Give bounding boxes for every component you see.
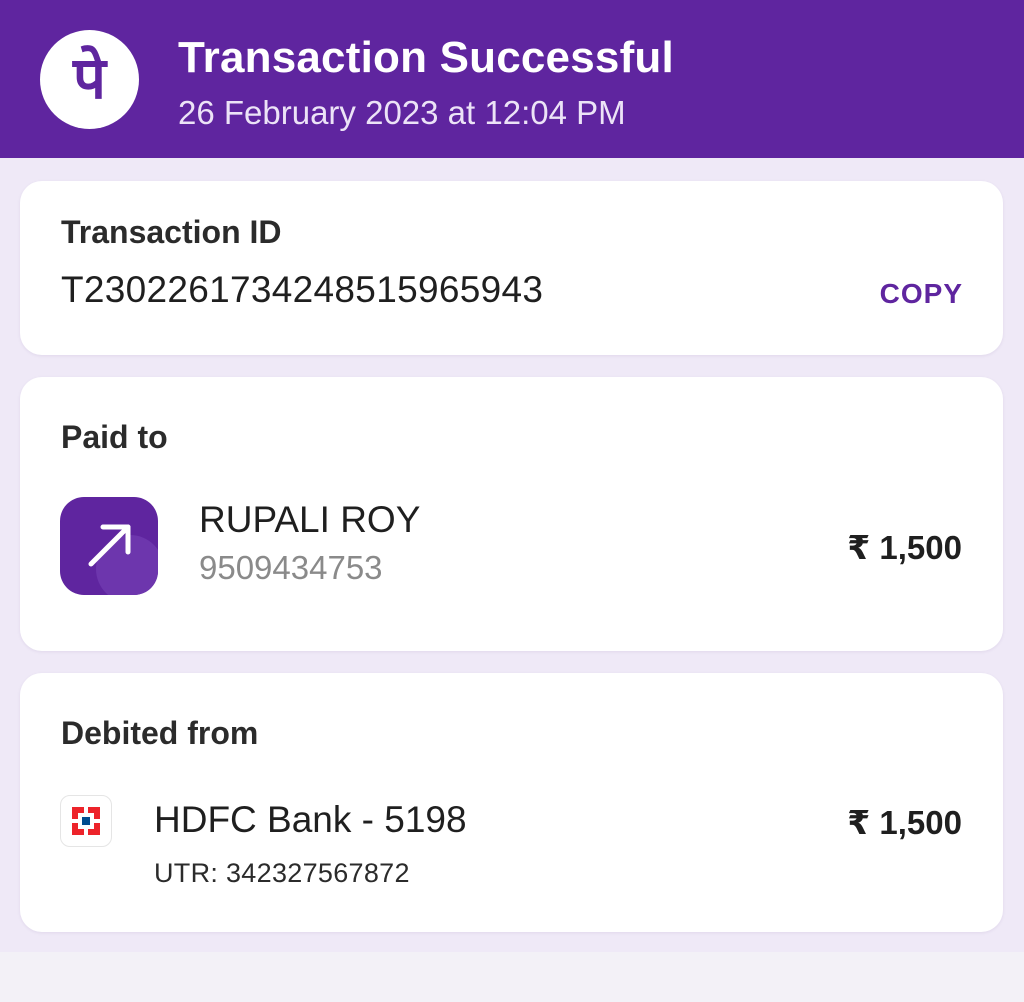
transaction-datetime: 26 February 2023 at 12:04 PM (178, 94, 626, 131)
arrow-up-right-icon (88, 524, 131, 567)
header-bar: पे Transaction Successful 26 February 20… (0, 0, 1024, 158)
transaction-id-label: Transaction ID (61, 214, 282, 250)
payee-avatar (60, 497, 158, 595)
payee-phone: 9509434753 (199, 549, 383, 586)
transaction-id-value: T2302261734248515965943 (61, 269, 544, 310)
debited-amount: ₹ 1,500 (847, 804, 962, 841)
svg-text:पे: पे (72, 44, 108, 112)
debited-from-label: Debited from (61, 715, 259, 751)
page-title: Transaction Successful (178, 33, 674, 82)
hdfc-bank-icon (60, 795, 112, 847)
transaction-id-card: Transaction ID T2302261734248515965943 C… (20, 181, 1003, 355)
debited-from-card[interactable]: Debited from HDFC Bank - 5198 UTR: 34232… (20, 673, 1003, 932)
copy-button[interactable]: COPY (880, 278, 963, 310)
paid-to-label: Paid to (61, 419, 168, 455)
paid-to-card[interactable]: Paid to RUPALI ROY 9509434753 ₹ 1,500 (20, 377, 1003, 651)
phonepe-logo-icon: पे (40, 30, 139, 129)
payee-name: RUPALI ROY (199, 499, 421, 540)
utr-number: UTR: 342327567872 (154, 858, 410, 888)
paid-amount: ₹ 1,500 (847, 529, 962, 566)
bottom-area (0, 952, 1024, 1002)
bank-account-name: HDFC Bank - 5198 (154, 799, 467, 840)
